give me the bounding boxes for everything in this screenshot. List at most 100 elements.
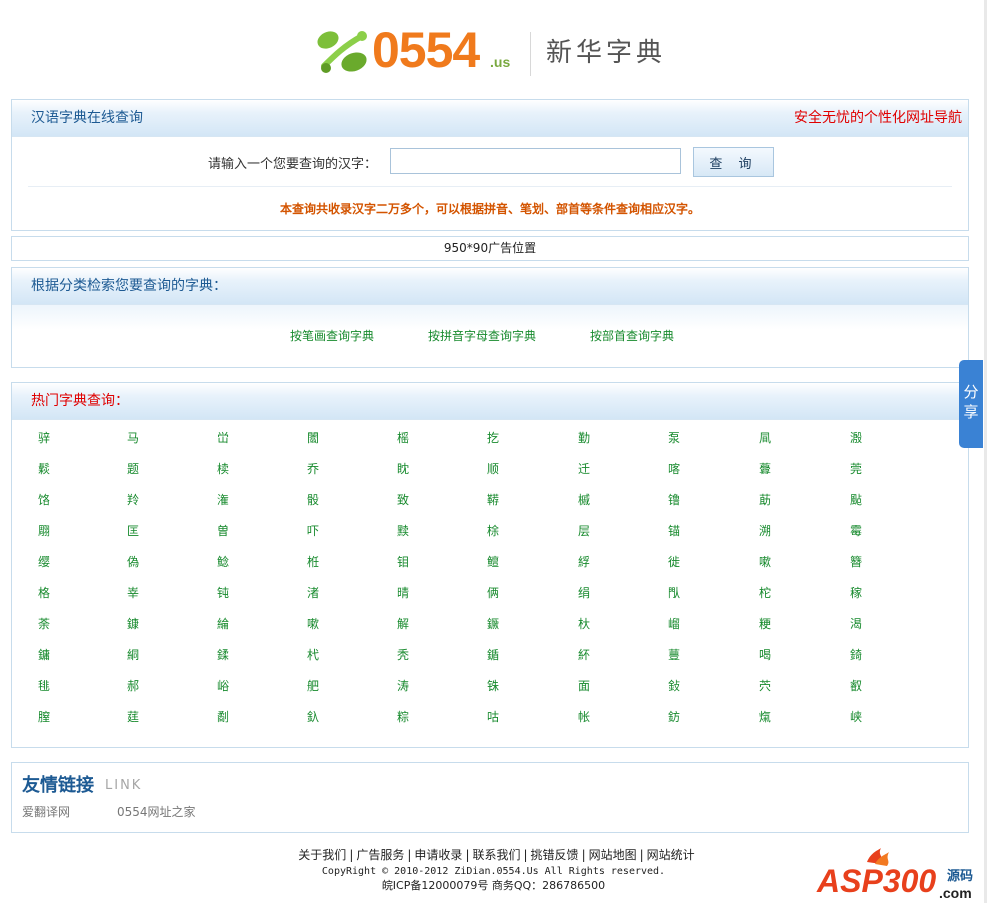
hot-character-link[interactable]: 鐝 — [487, 615, 527, 632]
hot-character-link[interactable]: 峷 — [127, 584, 167, 601]
hot-character-link[interactable]: 题 — [127, 460, 167, 477]
hot-character-link[interactable]: 骍 — [38, 429, 78, 446]
hot-character-link[interactable]: 迁 — [578, 460, 618, 477]
hot-character-link[interactable]: 粳 — [759, 615, 799, 632]
hot-character-link[interactable]: 偽 — [127, 553, 167, 570]
nav-site-link[interactable]: 安全无忧的个性化网址导航 — [794, 100, 962, 136]
ad-banner[interactable]: 950*90广告位置 — [11, 236, 969, 261]
footer-link[interactable]: 网站统计 — [647, 848, 695, 862]
search-button[interactable]: 查 询 — [693, 147, 774, 177]
hot-character-link[interactable]: 梌 — [487, 522, 527, 539]
hot-character-link[interactable]: 杕 — [578, 615, 618, 632]
hot-character-link[interactable]: 絧 — [127, 646, 167, 663]
category-link-stroke[interactable]: 按笔画查询字典 — [290, 327, 374, 344]
hot-character-link[interactable]: 镥 — [668, 491, 708, 508]
hot-character-link[interactable]: 鬏 — [38, 460, 78, 477]
hot-character-link[interactable]: 鍎 — [487, 646, 527, 663]
friend-link[interactable]: 爱翻译网 — [22, 803, 70, 820]
hot-character-link[interactable]: 劀 — [217, 708, 257, 725]
hot-character-link[interactable]: 椟 — [217, 460, 257, 477]
hot-character-link[interactable]: 栣 — [307, 553, 347, 570]
hot-character-link[interactable]: 乔 — [307, 460, 347, 477]
hot-character-link[interactable]: 帐 — [578, 708, 618, 725]
hot-character-link[interactable]: 茓 — [759, 677, 799, 694]
hot-character-link[interactable]: 嵧 — [668, 615, 708, 632]
share-button[interactable]: 分 享 — [959, 360, 983, 448]
hot-character-link[interactable]: 蘴 — [668, 646, 708, 663]
hot-character-link[interactable]: 郝 — [127, 677, 167, 694]
hot-character-link[interactable]: 嗽 — [759, 553, 799, 570]
hot-character-link[interactable]: 羚 — [127, 491, 167, 508]
hot-character-link[interactable]: 杙 — [307, 646, 347, 663]
hot-character-link[interactable]: 榣 — [397, 429, 437, 446]
hot-character-link[interactable]: 叡 — [850, 677, 890, 694]
footer-link[interactable]: 网站地图 — [589, 848, 637, 862]
hot-character-link[interactable]: 喀 — [668, 460, 708, 477]
hot-character-link[interactable]: 解 — [397, 615, 437, 632]
hot-character-link[interactable]: 俩 — [487, 584, 527, 601]
hot-character-link[interactable]: 柁 — [759, 584, 799, 601]
hot-character-link[interactable]: 锚 — [668, 522, 708, 539]
hot-character-link[interactable]: 喝 — [759, 646, 799, 663]
hot-character-link[interactable]: 毴 — [38, 677, 78, 694]
hot-character-link[interactable]: 鳣 — [487, 553, 527, 570]
hot-character-link[interactable]: 鏞 — [38, 646, 78, 663]
hot-character-link[interactable]: 釞 — [307, 708, 347, 725]
hot-character-link[interactable]: 綒 — [578, 553, 618, 570]
hot-character-link[interactable]: 吓 — [307, 522, 347, 539]
hot-character-link[interactable]: 溯 — [759, 522, 799, 539]
hot-character-link[interactable]: 面 — [578, 677, 618, 694]
footer-link[interactable]: 关于我们 — [298, 848, 346, 862]
hot-character-link[interactable]: 紑 — [578, 646, 618, 663]
hot-character-link[interactable]: 勤 — [578, 429, 618, 446]
hot-character-link[interactable]: 溵 — [850, 429, 890, 446]
hot-character-link[interactable]: 峪 — [217, 677, 257, 694]
hot-character-link[interactable]: 鲶 — [217, 553, 257, 570]
search-input[interactable] — [390, 148, 681, 174]
hot-character-link[interactable]: 眈 — [397, 460, 437, 477]
hot-character-link[interactable]: 峃 — [217, 429, 257, 446]
category-link-radical[interactable]: 按部首查询字典 — [590, 327, 674, 344]
footer-link[interactable]: 广告服务 — [356, 848, 404, 862]
hot-character-link[interactable]: 渚 — [307, 584, 347, 601]
hot-character-link[interactable]: 翢 — [38, 522, 78, 539]
hot-character-link[interactable]: 铢 — [487, 677, 527, 694]
hot-character-link[interactable]: 熂 — [759, 708, 799, 725]
hot-character-link[interactable]: 簪 — [850, 553, 890, 570]
hot-character-link[interactable]: 泵 — [668, 429, 708, 446]
hot-character-link[interactable]: 鈙 — [668, 677, 708, 694]
hot-character-link[interactable]: 黩 — [397, 522, 437, 539]
hot-character-link[interactable]: 钝 — [217, 584, 257, 601]
hot-character-link[interactable]: 马 — [127, 429, 167, 446]
hot-character-link[interactable]: 致 — [397, 491, 437, 508]
hot-character-link[interactable]: 涛 — [397, 677, 437, 694]
hot-character-link[interactable]: 峡 — [850, 708, 890, 725]
hot-character-link[interactable]: 虋 — [759, 460, 799, 477]
hot-character-link[interactable]: 晴 — [397, 584, 437, 601]
hot-character-link[interactable]: 绢 — [578, 584, 618, 601]
footer-link[interactable]: 挑错反馈 — [531, 848, 579, 862]
hot-character-link[interactable]: 鍒 — [217, 646, 257, 663]
site-logo[interactable]: 0554 .us 新华字典 — [314, 22, 674, 80]
hot-character-link[interactable]: 饹 — [38, 491, 78, 508]
footer-link[interactable]: 联系我们 — [472, 848, 520, 862]
hot-character-link[interactable]: 凬 — [759, 429, 799, 446]
hot-character-link[interactable]: 錡 — [850, 646, 890, 663]
hot-character-link[interactable]: 徙 — [668, 553, 708, 570]
hot-character-link[interactable]: 莇 — [759, 491, 799, 508]
hot-character-link[interactable]: 扢 — [487, 429, 527, 446]
hot-character-link[interactable]: 槭 — [578, 491, 618, 508]
friend-link[interactable]: 0554网址之家 — [117, 803, 196, 820]
hot-character-link[interactable]: 秃 — [397, 646, 437, 663]
hot-character-link[interactable]: 舥 — [307, 677, 347, 694]
hot-character-link[interactable]: 骰 — [307, 491, 347, 508]
footer-link[interactable]: 申请收录 — [414, 848, 462, 862]
hot-character-link[interactable]: 稼 — [850, 584, 890, 601]
hot-character-link[interactable]: 鈁 — [668, 708, 708, 725]
hot-character-link[interactable]: 匡 — [127, 522, 167, 539]
hot-character-link[interactable]: 鏮 — [127, 615, 167, 632]
hot-character-link[interactable]: 层 — [578, 522, 618, 539]
hot-character-link[interactable]: 钼 — [397, 553, 437, 570]
hot-character-link[interactable]: 膣 — [38, 708, 78, 725]
hot-character-link[interactable]: 缨 — [38, 553, 78, 570]
